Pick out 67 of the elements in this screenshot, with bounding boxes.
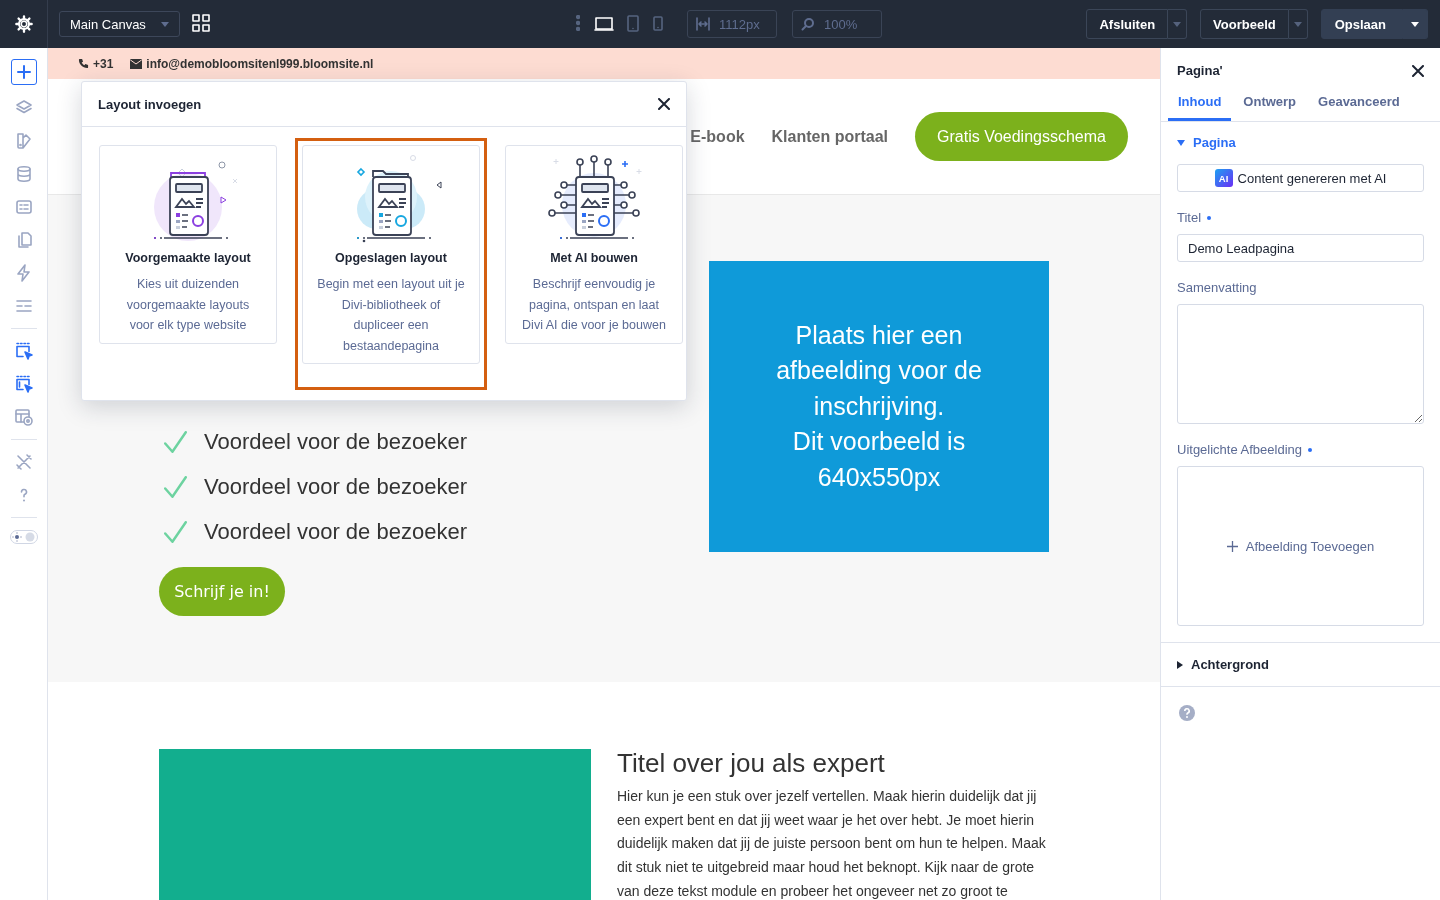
option-description: Kies uit duizenden voorgemaakte layouts voor elk type website (125, 276, 251, 334)
plus-icon (1226, 540, 1238, 552)
settings-icon[interactable] (14, 15, 33, 33)
paragraph: Hier kun je een stuk over jezelf vertellen. Maak hierin duidelijk dat jij een expert bent en dat jij weet waar je het over hebt. Je moet hierin duidelijk maken dat jij de juiste persoon bent om hun te helpen. Maak dit stuk niet te uitgebreid maar houd het beknopt. Kijk naar de grote van deze tekst module en probeer het ongeveer net zo groot te (617, 787, 1047, 900)
mail-icon (130, 58, 143, 69)
summary-field[interactable] (1177, 304, 1424, 424)
placeholder-text: Plaats hier een afbeelding voor de inschrijving. (775, 319, 983, 422)
caret-icon (1411, 21, 1419, 27)
check-icon (164, 430, 187, 453)
phone-number: +31 (93, 56, 114, 71)
option-description: Beschrijf eenvoudig je pagina, ontspan en laat Divi AI die voor je bouwen (521, 276, 667, 334)
desktop-icon[interactable] (594, 14, 614, 34)
toolbar-button[interactable]: Voorbeeld (1200, 9, 1289, 39)
caret-icon (1293, 21, 1302, 27)
canvas-select[interactable]: Main Canvas (59, 11, 180, 37)
panel-tab[interactable]: Ontwerp (1233, 88, 1307, 121)
more-icon[interactable] (576, 14, 580, 31)
phone-icon (78, 58, 89, 69)
width-icon (696, 17, 710, 31)
option-description: Begin met een layout uit je Divi-bibliotheek of dupliceer een bestaandepagina (316, 276, 466, 355)
option-title: Met AI bouwen (550, 251, 638, 265)
layout-option[interactable]: Opgeslagen layout Begin met een layout uit je Divi-bibliotheek of dupliceer een bestaandepagina (295, 138, 487, 390)
plus-icon (16, 65, 31, 79)
add-button[interactable] (10, 59, 37, 85)
form-icon[interactable] (13, 197, 34, 217)
select-icon[interactable] (13, 341, 34, 361)
field-label: Titel (1177, 210, 1202, 225)
zoom-icon (801, 17, 815, 31)
section-title: Titel over jou als expert (617, 749, 886, 777)
caret-icon (161, 21, 169, 27)
preview-icon[interactable] (13, 407, 34, 427)
dropdown-button[interactable] (1403, 9, 1428, 39)
check-icon (164, 475, 187, 498)
option-title: Voorgemaakte layout (125, 251, 251, 265)
toolbar-button[interactable]: Afsluiten (1086, 9, 1169, 39)
mode-toggle[interactable] (9, 530, 38, 544)
nav-link[interactable]: E-book (690, 127, 745, 146)
section-header[interactable]: Pagina (1177, 122, 1236, 150)
phone-icon[interactable] (652, 14, 664, 34)
panel-tab[interactable]: Geavanceerd (1308, 88, 1410, 121)
help-icon[interactable] (1179, 705, 1195, 721)
caret-icon (1173, 21, 1182, 27)
benefit-text: Voordeel voor de bezoeker (204, 518, 467, 545)
section-header[interactable]: Achtergrond (1177, 643, 1269, 672)
benefit-text: Voordeel voor de bezoeker (204, 473, 467, 500)
grid-icon[interactable] (192, 13, 210, 32)
ai-badge: AI (1214, 169, 1233, 187)
select-icon[interactable] (13, 374, 34, 394)
close-icon[interactable] (1412, 64, 1424, 77)
toolbar-button[interactable]: Opslaan (1320, 9, 1403, 39)
panel-title: Pagina' (1177, 63, 1223, 78)
modal-title: Layout invoegen (98, 96, 202, 112)
title-field[interactable]: Demo Leadpagina (1177, 234, 1424, 262)
field-label: Samenvatting (1177, 280, 1257, 295)
nav-link[interactable]: Klanten portaal (771, 127, 888, 146)
tools-icon[interactable] (13, 452, 34, 472)
placeholder-text: Dit voorbeeld is 640x550px (791, 426, 967, 493)
email-address: info@demobloomsitenl999.bloomsite.nl (146, 56, 374, 71)
close-icon[interactable] (658, 98, 670, 110)
ai-button[interactable]: AI Content genereren met AI (1177, 164, 1424, 192)
field-label: Uitgelichte Afbeelding (1177, 442, 1303, 457)
add-image-button[interactable]: Afbeelding Toevoegen (1177, 466, 1424, 626)
check-icon (164, 520, 187, 543)
benefit-text: Voordeel voor de bezoeker (204, 428, 467, 455)
panel-tab[interactable]: Inhoud (1168, 88, 1232, 121)
tablet-icon[interactable] (626, 14, 640, 34)
option-title: Opgeslagen layout (335, 251, 447, 265)
